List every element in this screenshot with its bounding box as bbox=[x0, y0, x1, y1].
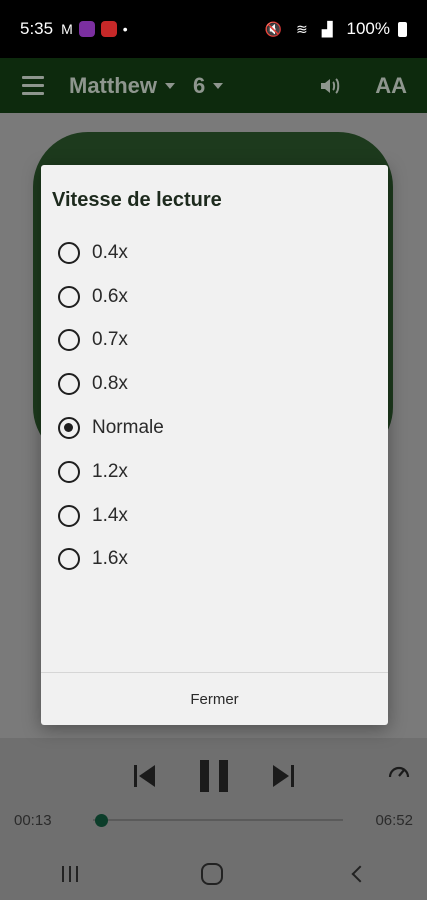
speed-option[interactable]: 0.8x bbox=[58, 362, 164, 406]
speed-option[interactable]: Normale bbox=[58, 406, 164, 450]
battery-icon bbox=[398, 21, 407, 37]
seek-thumb[interactable] bbox=[95, 814, 108, 827]
book-selector[interactable]: Matthew bbox=[69, 73, 175, 99]
next-icon[interactable] bbox=[268, 765, 294, 787]
radio-unchecked-icon[interactable] bbox=[58, 329, 80, 352]
home-icon[interactable] bbox=[200, 863, 223, 885]
chapter-selector[interactable]: 6 bbox=[193, 72, 224, 99]
speed-icon[interactable] bbox=[387, 760, 411, 784]
speed-option-label: 1.4x bbox=[92, 504, 128, 526]
close-button[interactable]: Fermer bbox=[41, 673, 388, 725]
battery-percent: 100% bbox=[346, 19, 390, 38]
app-bar: Matthew 6 AA bbox=[0, 58, 427, 113]
speed-option-label: 1.6x bbox=[92, 548, 128, 570]
chevron-down-icon bbox=[213, 82, 224, 89]
previous-icon[interactable] bbox=[133, 765, 160, 787]
seek-bar[interactable] bbox=[93, 819, 343, 821]
radio-unchecked-icon[interactable] bbox=[58, 285, 80, 308]
status-time: 5:35 bbox=[20, 19, 54, 38]
chevron-down-icon bbox=[165, 82, 175, 89]
total-time: 06:52 bbox=[375, 812, 413, 829]
pdf-notification-icon bbox=[100, 21, 117, 37]
current-time: 00:13 bbox=[14, 812, 52, 829]
speed-option[interactable]: 0.4x bbox=[58, 231, 164, 275]
mute-icon: 🔇 bbox=[264, 20, 282, 37]
status-bar: 5:35 M • 🔇 ≋ ▟ 100% bbox=[0, 0, 427, 58]
radio-unchecked-icon[interactable] bbox=[58, 373, 80, 396]
speed-option[interactable]: 1.4x bbox=[58, 494, 164, 538]
signal-icon: ▟ bbox=[321, 20, 333, 37]
system-nav-bar bbox=[0, 848, 427, 900]
font-size-icon[interactable]: AA bbox=[375, 73, 407, 99]
speed-option[interactable]: 1.6x bbox=[58, 538, 164, 582]
gmail-icon: M bbox=[61, 21, 73, 37]
pause-icon[interactable] bbox=[199, 760, 228, 792]
audio-player: 00:13 06:52 bbox=[0, 738, 427, 848]
radio-unchecked-icon[interactable] bbox=[58, 504, 80, 527]
radio-unchecked-icon[interactable] bbox=[58, 460, 80, 483]
speed-option-label: 0.7x bbox=[92, 329, 128, 351]
radio-unchecked-icon[interactable] bbox=[58, 548, 80, 571]
speed-option[interactable]: 0.7x bbox=[58, 319, 164, 363]
speed-option-label: 0.8x bbox=[92, 373, 128, 395]
speed-options: 0.4x 0.6x 0.7x 0.8x Normale 1.2x 1.4x 1.6x bbox=[58, 231, 164, 581]
recent-apps-icon[interactable] bbox=[61, 866, 78, 882]
chapter-number: 6 bbox=[193, 72, 206, 98]
book-name: Matthew bbox=[69, 72, 157, 98]
speed-option-label: 0.4x bbox=[92, 241, 128, 263]
playback-speed-dialog: Vitesse de lecture 0.4x 0.6x 0.7x 0.8x Norma… bbox=[41, 165, 388, 725]
radio-unchecked-icon[interactable] bbox=[58, 241, 80, 264]
back-icon[interactable] bbox=[351, 865, 368, 883]
more-notifications-icon: • bbox=[122, 21, 128, 37]
wifi-icon: ≋ bbox=[296, 20, 308, 37]
menu-icon[interactable] bbox=[22, 76, 44, 95]
dialog-title: Vitesse de lecture bbox=[52, 189, 222, 211]
radio-checked-icon[interactable] bbox=[58, 417, 80, 440]
speed-option[interactable]: 0.6x bbox=[58, 275, 164, 319]
speaker-icon[interactable] bbox=[319, 76, 341, 96]
app-notification-icon bbox=[78, 21, 95, 37]
speed-option-label: Normale bbox=[92, 417, 164, 439]
speed-option-label: 0.6x bbox=[92, 285, 128, 307]
speed-option-label: 1.2x bbox=[92, 460, 128, 482]
speed-option[interactable]: 1.2x bbox=[58, 450, 164, 494]
